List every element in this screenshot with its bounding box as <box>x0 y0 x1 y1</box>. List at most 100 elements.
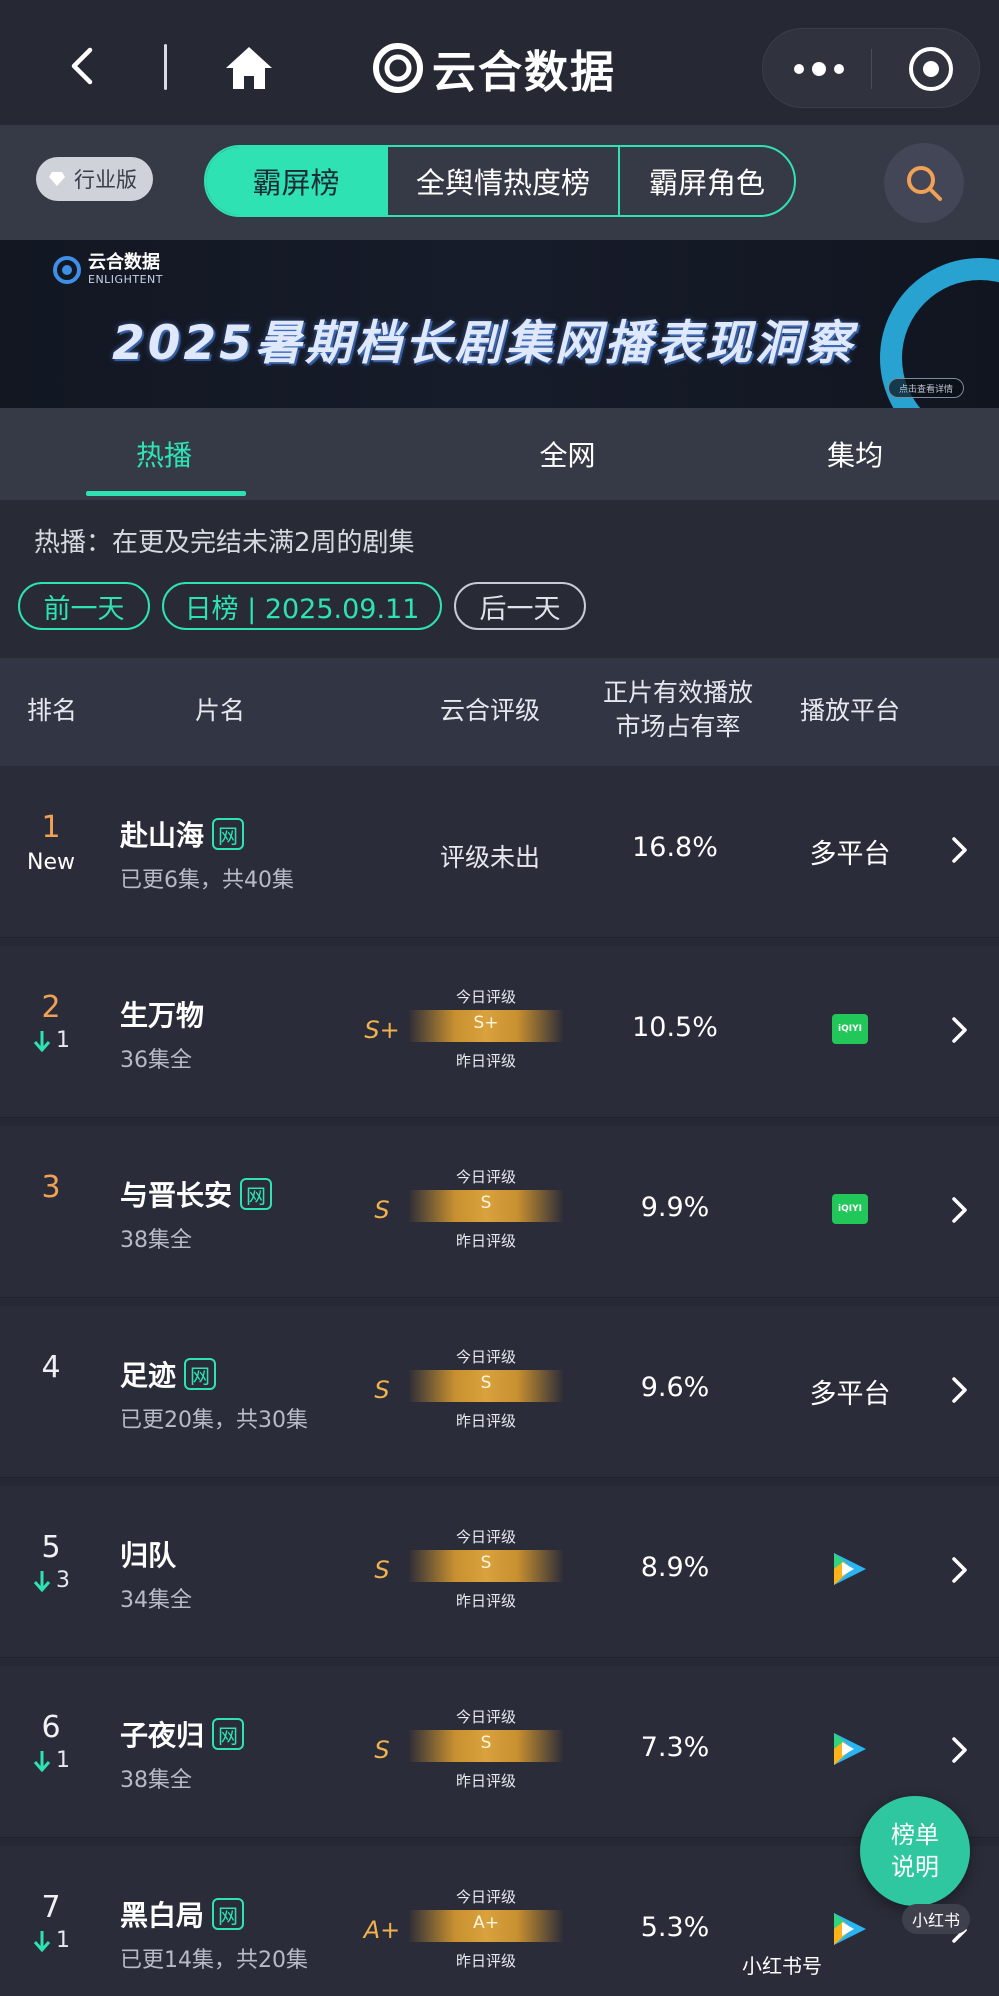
iqiyi-icon: iQIYI <box>832 1014 868 1044</box>
rank-number: 7 <box>41 1890 61 1925</box>
grade-bar: S <box>408 1370 564 1402</box>
header-platform: 播放平台 <box>799 696 900 725</box>
table-row[interactable]: 2 1 生万物 36集全 S+ 今日评级 S+ 昨日评级 10.5% iQIYI <box>0 946 999 1118</box>
previous-day-button[interactable]: 前一天 <box>18 582 150 630</box>
more-icon[interactable] <box>791 57 847 81</box>
brand: 云合数据 <box>372 36 616 100</box>
web-drama-badge: 网 <box>212 1898 245 1930</box>
grade-bar-value: A+ <box>473 1913 499 1933</box>
back-icon[interactable] <box>62 46 102 86</box>
grade-today-label: 今日评级 <box>455 1708 516 1726</box>
market-share: 10.5% <box>632 1012 718 1043</box>
rank-number: 5 <box>41 1530 61 1565</box>
web-drama-badge: 网 <box>240 1178 273 1210</box>
tab-all-network[interactable]: 全网 <box>424 408 712 500</box>
ranking-tabs: 热播 全网 集均 <box>0 408 999 500</box>
promo-banner[interactable]: 云合数据 ENLIGHTENT 2025暑期档长剧集网播表现洞察 点击查看详情 <box>0 240 999 408</box>
watermark-text: 小红书号 <box>742 1954 822 1978</box>
home-icon[interactable] <box>224 44 274 92</box>
table-row[interactable]: 7 1 黑白局 网 已更14集，共20集 A+ 今日评级 A+ 昨日评级 5.3… <box>0 1846 999 1996</box>
brand-title: 云合数据 <box>432 47 616 98</box>
chevron-right-icon[interactable] <box>950 1556 970 1584</box>
show-title: 子夜归 <box>120 1719 205 1752</box>
grade-bar: A+ <box>408 1910 564 1942</box>
web-drama-badge: 网 <box>212 1718 245 1750</box>
show-title: 生万物 <box>120 999 205 1032</box>
watermark-badge: 小红书 <box>902 1904 971 1934</box>
grade-yesterday-label: 昨日评级 <box>455 1232 516 1250</box>
table-row[interactable]: 1 New 赴山海 网 已更6集，共40集 评级未出 16.8% 多平台 <box>0 766 999 938</box>
grade-bar: S <box>408 1190 564 1222</box>
arrow-down-icon <box>33 1930 51 1952</box>
table-row[interactable]: 4 足迹 网 已更20集，共30集 S 今日评级 S 昨日评级 9.6% 多平台 <box>0 1306 999 1478</box>
yunhe-logo-icon <box>373 43 423 93</box>
grade-yesterday-label: 昨日评级 <box>455 1952 516 1970</box>
chevron-right-icon[interactable] <box>950 1196 970 1224</box>
rank-change: 1 <box>16 1028 86 1053</box>
table-row[interactable]: 6 1 子夜归 网 38集全 S 今日评级 S 昨日评级 7.3% <box>0 1666 999 1838</box>
grade-value: S <box>374 1556 390 1584</box>
top-bar: 云合数据 <box>0 0 999 125</box>
rank-change-value: 1 <box>56 1748 70 1773</box>
episode-info: 已更14集，共20集 <box>120 1948 308 1973</box>
target-icon[interactable] <box>907 45 955 93</box>
segment-screen-roles[interactable]: 霸屏角色 <box>618 147 794 215</box>
chevron-right-icon[interactable] <box>950 836 970 864</box>
next-day-button[interactable]: 后一天 <box>454 582 586 630</box>
chevron-right-icon[interactable] <box>950 1016 970 1044</box>
divider <box>164 44 167 90</box>
episode-info: 已更6集，共40集 <box>120 868 294 893</box>
chevron-right-icon[interactable] <box>950 1376 970 1404</box>
tencent-video-icon <box>834 1733 866 1765</box>
show-title: 赴山海 <box>120 819 205 852</box>
show-title: 黑白局 <box>120 1899 205 1932</box>
rank-number: 4 <box>41 1350 61 1385</box>
filter-area: 热播：在更及完结未满2周的剧集 前一天 日榜 | 2025.09.11 后一天 <box>0 500 999 658</box>
table-row[interactable]: 5 3 归队 34集全 S 今日评级 S 昨日评级 8.9% <box>0 1486 999 1658</box>
tab-episode-average[interactable]: 集均 <box>711 408 999 500</box>
chevron-right-icon[interactable] <box>950 1736 970 1764</box>
date-picker[interactable]: 日榜 | 2025.09.11 <box>162 582 442 630</box>
market-share: 8.9% <box>640 1552 710 1583</box>
table-row[interactable]: 3 与晋长安 网 38集全 S 今日评级 S 昨日评级 9.9% iQIYI <box>0 1126 999 1298</box>
market-share: 5.3% <box>640 1912 710 1943</box>
grade-bar-value: S <box>480 1733 492 1753</box>
rank-change-value: 1 <box>56 1928 70 1953</box>
grade-value: S <box>374 1196 390 1224</box>
arrow-down-icon <box>33 1570 51 1592</box>
grade-today-label: 今日评级 <box>455 1528 516 1546</box>
grade-bar: S+ <box>408 1010 564 1042</box>
banner-detail-pill[interactable]: 点击查看详情 <box>888 378 965 398</box>
diamond-icon <box>49 172 65 186</box>
ranking-switch: 霸屏榜 全舆情热度榜 霸屏角色 <box>204 145 796 217</box>
nav-row: 行业版 霸屏榜 全舆情热度榜 霸屏角色 <box>0 125 999 240</box>
rank-number: 6 <box>41 1710 61 1745</box>
rank-change: 1 <box>16 1928 86 1953</box>
grade-yesterday-label: 昨日评级 <box>455 1592 516 1610</box>
edition-badge[interactable]: 行业版 <box>36 157 153 201</box>
episode-info: 36集全 <box>120 1048 192 1073</box>
segment-screen-ranking[interactable]: 霸屏榜 <box>206 147 386 215</box>
search-button[interactable] <box>884 143 964 223</box>
rank-change-value: 3 <box>56 1568 70 1593</box>
grade-value: S+ <box>364 1016 400 1044</box>
rating-pending: 评级未出 <box>439 843 540 872</box>
platform-label: 多平台 <box>809 839 891 870</box>
segment-opinion-heat-ranking[interactable]: 全舆情热度榜 <box>386 147 618 215</box>
banner-logo-en: ENLIGHTENT <box>88 273 163 286</box>
grade-bar-value: S <box>480 1373 492 1393</box>
table-header: 排名 片名 云合评级 正片有效播放 市场占有率 播放平台 <box>0 658 999 766</box>
float-button-line2: 说明 <box>891 1853 939 1881</box>
tab-hot[interactable]: 热播 <box>0 408 424 500</box>
filter-description: 热播：在更及完结未满2周的剧集 <box>34 528 415 558</box>
show-title: 与晋长安 <box>120 1179 233 1212</box>
grade-bar: S <box>408 1550 564 1582</box>
grade-today-label: 今日评级 <box>455 1168 516 1186</box>
arrow-down-icon <box>33 1750 51 1772</box>
header-rank: 排名 <box>26 696 77 725</box>
capsule-divider <box>871 49 872 89</box>
rank-change-value: 1 <box>56 1028 70 1053</box>
rank-change: 1 <box>16 1748 86 1773</box>
ranking-explanation-button[interactable]: 榜单 说明 <box>860 1796 970 1906</box>
arrow-down-icon <box>33 1030 51 1052</box>
